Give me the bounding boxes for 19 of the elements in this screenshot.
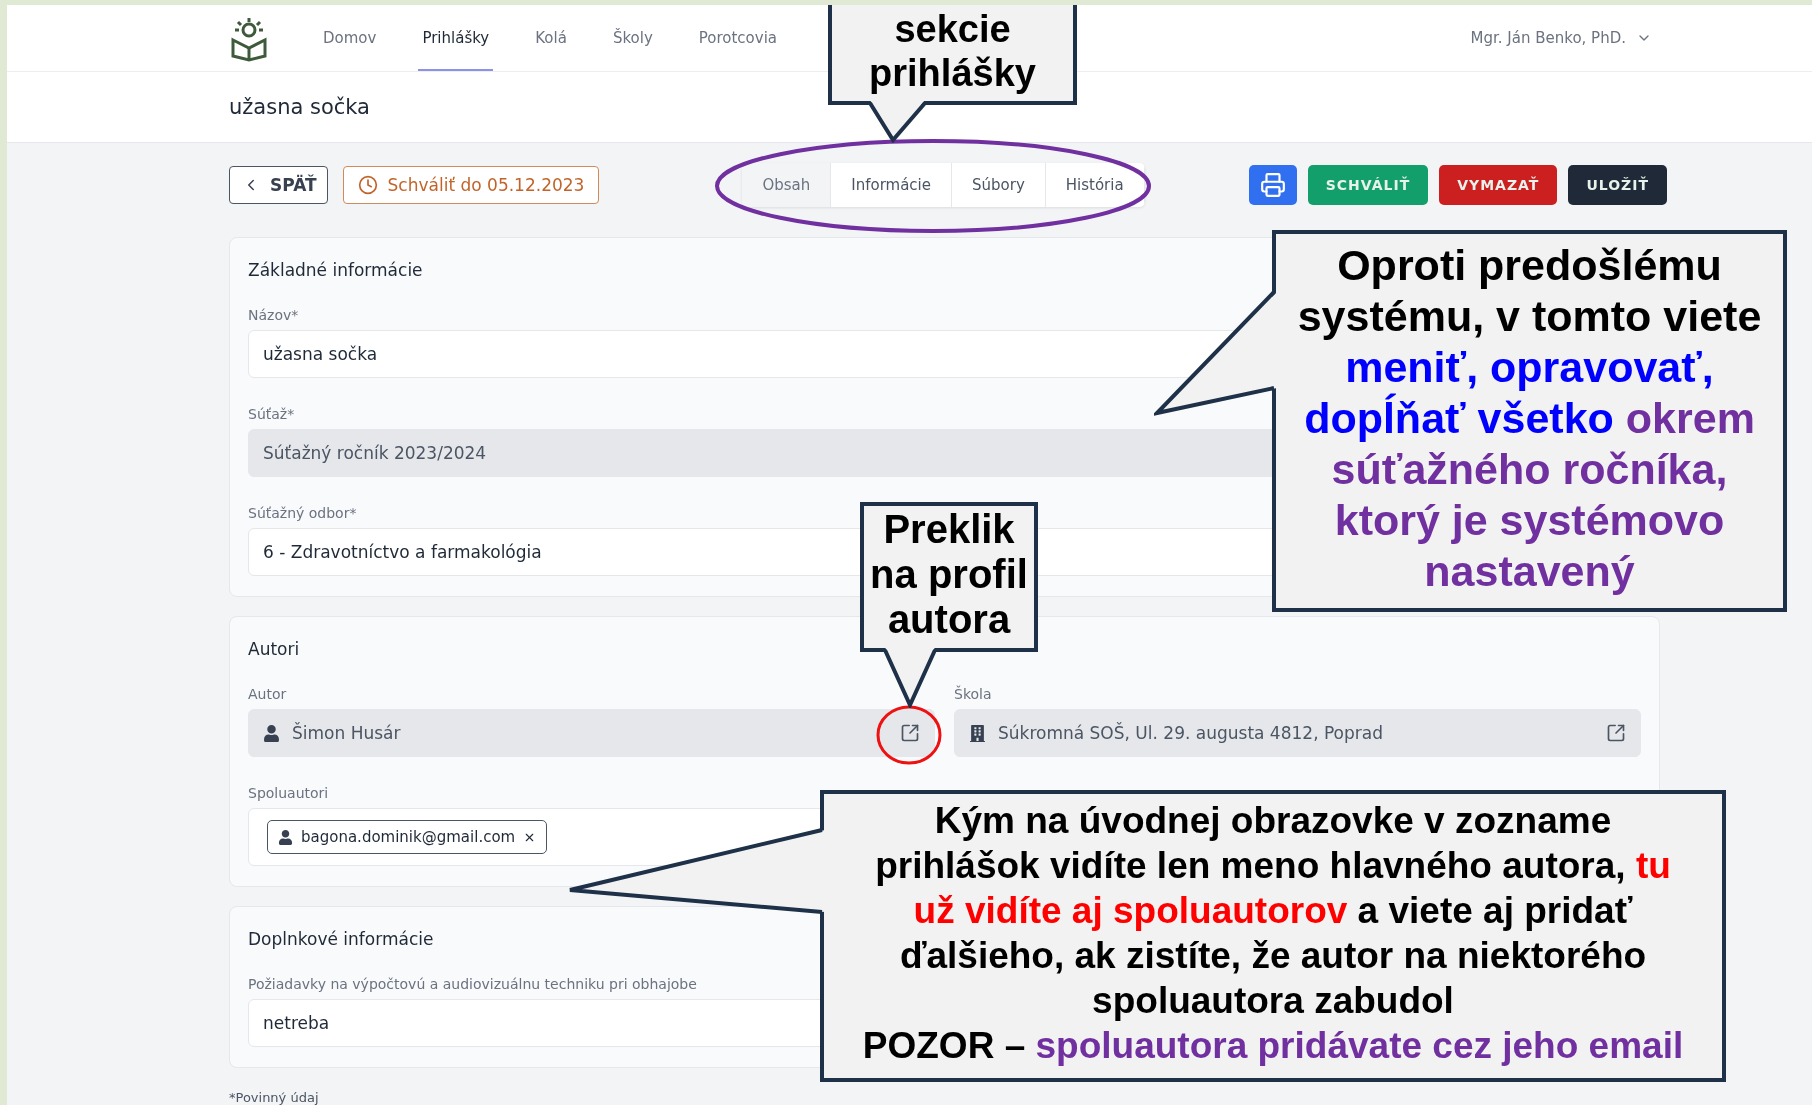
tag-email: bagona.dominik@gmail.com [301, 828, 516, 846]
callout-tooltip: Kým na úvodnej obrazovke v zozname prihlášok vidíte len meno hlavného autora, tu už vidíte aj spoluautorov a viete aj pridať ďalšieho, ak zistíte, že autor na niektorého spoluautora zabudol POZOR – spoluautora pridávate cez jeho email [820, 790, 1726, 1082]
field-label: Súťaž* [248, 406, 295, 422]
footnote: *Povinný údaj [229, 1090, 319, 1105]
field-label: Autor [248, 686, 287, 702]
author-name: Šimon Husár [292, 723, 402, 743]
field-label: Názov* [248, 307, 299, 323]
user-name: Mgr. Ján Benko, PhD. [1470, 29, 1626, 48]
school-name: Súkromná SOŠ, Ul. 29. augusta 4812, Poprad [998, 723, 1384, 743]
field-label: Požiadavky na výpočtovú a audiovizuálnu techniku pri obhajobe [248, 976, 697, 992]
field-label: Spoluautori [248, 785, 329, 801]
field-label: Súťažný odbor* [248, 505, 357, 521]
page-title: užasna sočka [229, 95, 370, 120]
section-title: Autori [248, 639, 300, 659]
callout-tooltip: Preklik na profil autora [860, 502, 1038, 652]
field-label: Škola [954, 686, 992, 702]
section-title: Doplnkové informácie [248, 929, 434, 949]
section-title: Základné informácie [248, 260, 423, 280]
callout-tooltip: Oproti predošlému systému, v tomto viete meniť, opravovať, dopĺňať všetko okrem súťažného ročníka, ktorý je systémovo nastavený [1272, 230, 1787, 612]
